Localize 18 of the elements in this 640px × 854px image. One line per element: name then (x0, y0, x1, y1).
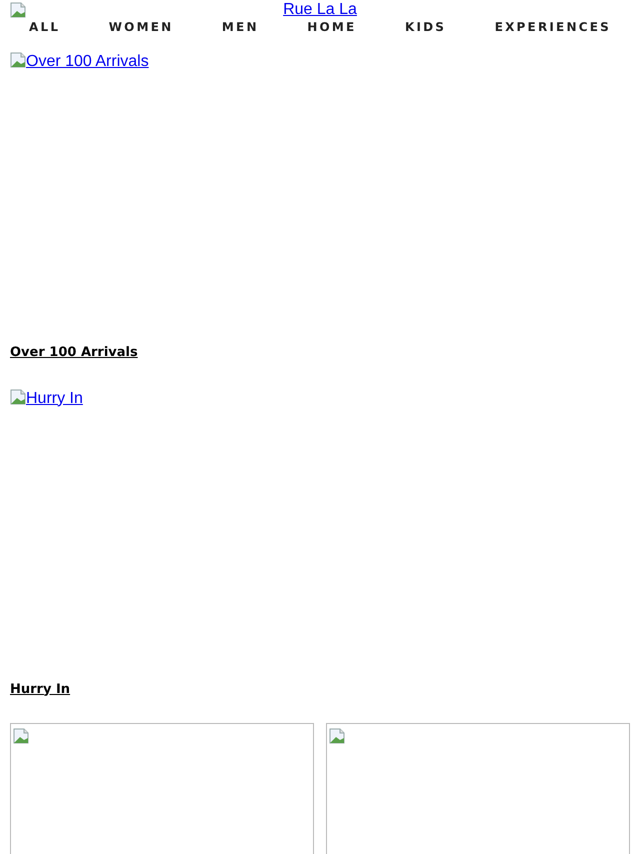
broken-image-icon (13, 728, 29, 744)
banner-link[interactable]: Over 100 Arrivals (26, 53, 149, 70)
nav-link[interactable]: KIDS (404, 19, 446, 35)
nav-link[interactable]: EXPERIENCES (494, 19, 611, 35)
banner-link[interactable]: Hurry In (26, 390, 83, 406)
nav-link[interactable]: ALL (29, 19, 60, 35)
broken-image-icon (10, 2, 26, 18)
banner-caption[interactable]: Over 100 Arrivals (10, 343, 138, 362)
broken-image-icon (10, 52, 26, 68)
logo-link[interactable]: Rue La La (283, 1, 357, 18)
product-image[interactable] (326, 723, 630, 854)
nav-link[interactable]: WOMEN (108, 19, 174, 35)
product-image[interactable] (10, 723, 314, 854)
nav-link[interactable]: MEN (222, 19, 259, 35)
banner-caption[interactable]: Hurry In (10, 680, 70, 699)
broken-image-icon (329, 728, 345, 744)
nav-link[interactable]: HOME (307, 19, 356, 35)
broken-image-icon (10, 388, 26, 404)
